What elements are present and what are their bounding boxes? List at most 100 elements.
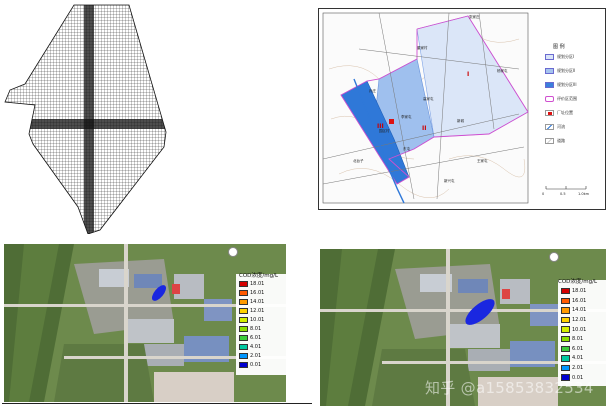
cod-legend-row: 14.01 (561, 307, 586, 314)
cod-legend-row: 14.01 (239, 299, 265, 306)
mesh-refinement-vertical (84, 5, 94, 234)
legend-assessment-area: 评价区范围 (545, 96, 577, 102)
legend-swatch (545, 96, 554, 102)
legend-road: 道路 (545, 138, 565, 144)
cod-legend-value: 12.01 (250, 308, 265, 315)
legend-label: 规划分区II (557, 68, 576, 73)
scale-label-0: 0 (542, 192, 545, 196)
cod-legend-row: 18.01 (561, 288, 587, 295)
cod-legend-swatch (239, 290, 248, 297)
cod-legend-value: 18.01 (250, 281, 265, 288)
place-label: 李家屯 (401, 115, 412, 119)
place-label: 东屯 (403, 147, 410, 151)
legend-label: 规划分区I (557, 54, 575, 59)
legend-label: 道路 (557, 138, 565, 143)
cod-concentration-map-2: COD浓度/mg/L 18.01 16.01 14.01 12.01 10.01 8.01… (320, 249, 606, 406)
cod-plume-shape (465, 299, 495, 325)
cod-legend-swatch (561, 288, 570, 295)
cod-legend-value: 8.01 (572, 336, 584, 343)
cod-legend-swatch (239, 344, 248, 351)
zone-label-2: II (422, 125, 427, 132)
cod-legend-value: 2.01 (250, 353, 262, 360)
scale-label-mid: 0.5 (560, 192, 566, 196)
legend-swatch (545, 54, 554, 60)
legend-swatch (545, 68, 554, 74)
planning-zone-map: 图 例 规划分区I 规划分区II 规划分区III 评价区范围 厂址位置 河流 道… (318, 8, 606, 210)
cod-legend-2: COD浓度/mg/L 18.01 16.01 14.01 12.01 10.01 8.01… (558, 279, 606, 386)
legend-plant-site: 厂址位置 (545, 110, 573, 116)
cod-legend-value: 8.01 (250, 326, 262, 333)
legend-label: 厂址位置 (557, 110, 573, 115)
cod-legend-row: 4.01 (239, 344, 262, 351)
cod-legend-row: 12.01 (239, 308, 265, 315)
cod-legend-value: 2.01 (572, 364, 584, 371)
legend-label: 规划分区III (557, 82, 577, 87)
cod-legend-swatch (239, 353, 248, 360)
cod-legend-value: 16.01 (572, 297, 587, 304)
cod-legend-value: 14.01 (250, 299, 265, 306)
zone-label-3: III (377, 123, 384, 130)
zone-label-1: I (467, 71, 470, 78)
legend-river: 河流 (545, 124, 565, 130)
cod-legend-row: 18.01 (239, 281, 265, 288)
cod-legend-row: 16.01 (239, 290, 265, 297)
cod-legend-row: 8.01 (239, 326, 262, 333)
zone-legend-title: 图 例 (553, 44, 565, 50)
cod-legend-swatch (561, 316, 570, 324)
legend-label: 河流 (557, 124, 565, 129)
cod-legend-swatch (561, 345, 570, 352)
road-icon (545, 138, 554, 144)
cod-legend-value: 18.01 (572, 288, 587, 295)
north-arrow-icon (549, 252, 559, 262)
flag-icon (545, 110, 554, 116)
cod-legend-value: 12.01 (572, 316, 587, 323)
north-arrow-icon (228, 247, 238, 257)
cod-legend-row: 8.01 (561, 336, 584, 343)
legend-zone-1: 规划分区I (545, 54, 574, 60)
cod-legend-swatch (239, 335, 248, 342)
cod-legend-swatch (561, 364, 570, 372)
cod-legend-row: 6.01 (239, 335, 262, 342)
cod-legend-row: 2.01 (239, 353, 262, 360)
mesh-refinement-horizontal (5, 119, 166, 129)
scale-bar (545, 186, 587, 190)
cod-legend-value: 4.01 (572, 355, 584, 362)
cod-legend-swatch (561, 326, 570, 333)
cod-legend-row: 0.01 (239, 362, 262, 369)
cod-legend-row: 16.01 (561, 297, 587, 304)
cod-plume-shape (151, 285, 167, 301)
cod-legend-swatch (239, 317, 248, 324)
cod-legend-swatch (239, 299, 248, 306)
cod-legend-row: 4.01 (561, 355, 584, 362)
cod-legend-value: 4.01 (250, 344, 262, 351)
cod-legend-value: 16.01 (250, 290, 265, 297)
cod-legend-value: 0.01 (250, 362, 262, 369)
cod-concentration-map-1: COD浓度/mg/L 18.01 16.01 14.01 12.01 10.01 8.01… (4, 244, 286, 402)
place-label: 北台子 (353, 159, 364, 163)
cod-legend-swatch (561, 297, 570, 304)
cod-legend-1: COD浓度/mg/L 18.01 16.01 14.01 12.01 10.01 8.01… (236, 273, 286, 375)
legend-label: 评价区范围 (557, 96, 577, 101)
cod-legend-row: 6.01 (561, 345, 584, 352)
cod-legend-swatch (561, 307, 570, 314)
cod-legend-row: 10.01 (239, 317, 265, 324)
cod-legend-swatch (239, 281, 248, 288)
legend-swatch (545, 82, 554, 88)
cod-legend-swatch (561, 355, 570, 362)
cod-legend-title: COD浓度/mg/L (239, 273, 279, 279)
cod-legend-value: 6.01 (572, 345, 584, 352)
place-label: 杨家屯 (497, 69, 508, 73)
place-label: 新城 (457, 119, 464, 123)
place-label: 董家村 (417, 46, 428, 50)
cod-legend-swatch (239, 308, 248, 315)
cod-legend-row: 12.01 (561, 316, 587, 324)
place-label: 张家庄 (469, 15, 480, 19)
mesh-grid-svg (4, 4, 167, 234)
cod-legend-swatch (239, 326, 248, 333)
cod-legend-title: COD浓度/mg/L (558, 279, 598, 285)
legend-zone-3: 规划分区III (545, 82, 577, 88)
watermark-text: 知乎 @a15853832534 (425, 379, 594, 397)
bottom-rule (2, 403, 312, 404)
cod-legend-value: 6.01 (250, 335, 262, 342)
cod-legend-value: 10.01 (250, 317, 265, 324)
